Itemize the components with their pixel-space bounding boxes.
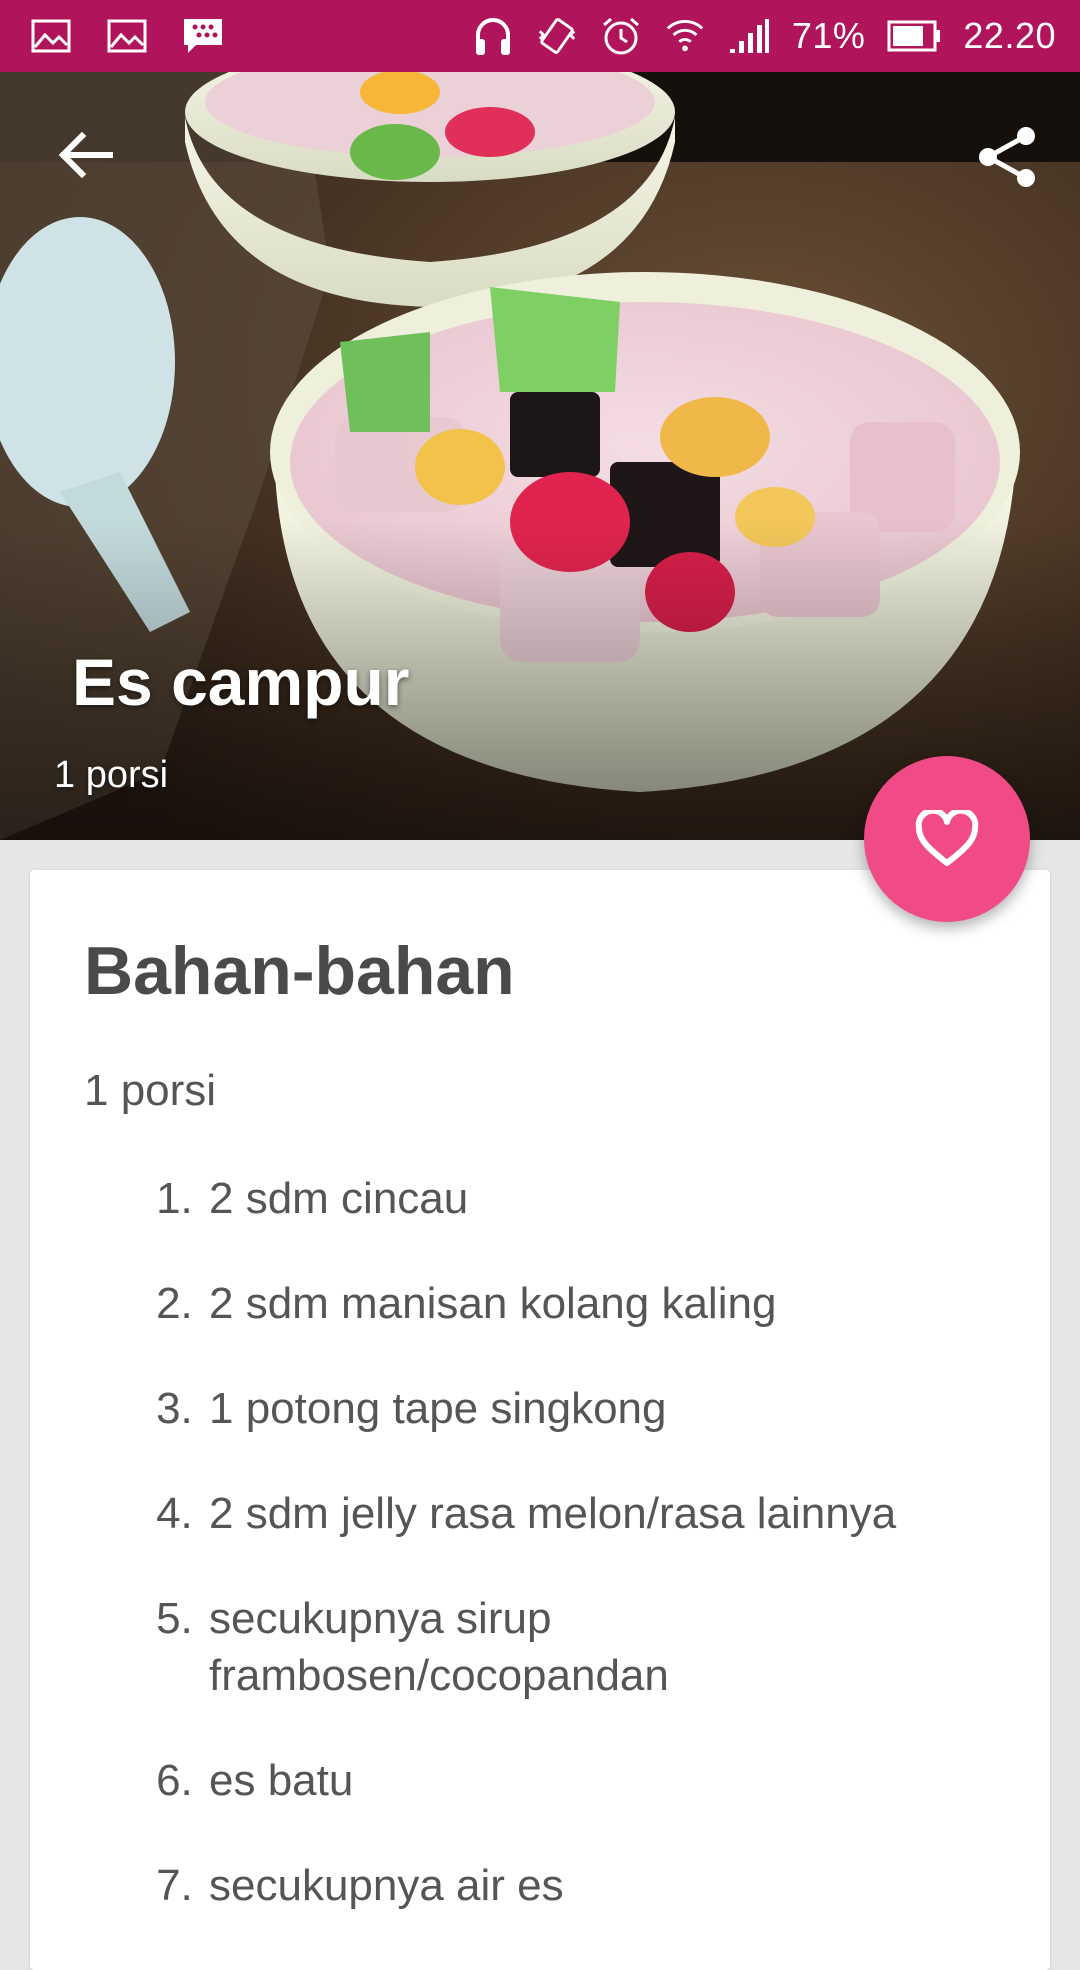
recipe-servings: 1 porsi: [54, 754, 169, 796]
recipe-photo: Es campur 1 porsi: [0, 72, 1080, 840]
favorite-button[interactable]: [864, 756, 1030, 922]
share-icon: [979, 127, 1035, 187]
battery-icon: [887, 15, 941, 57]
battery-percent: 71%: [791, 15, 866, 56]
share-button[interactable]: [974, 124, 1040, 190]
headphones-icon: [472, 15, 514, 57]
ingredient-item: 1 potong tape singkong: [205, 1380, 1010, 1437]
ingredient-item: 2 sdm manisan kolang kaling: [205, 1275, 1010, 1332]
ingredient-item: 2 sdm jelly rasa melon/rasa lainnya: [205, 1485, 1010, 1542]
image-icon: [30, 15, 72, 57]
back-button[interactable]: [52, 122, 118, 188]
heart-icon: [915, 810, 979, 866]
signal-icon: [728, 15, 770, 57]
arrow-left-icon: [58, 131, 113, 179]
vibrate-icon: [536, 15, 578, 57]
bbm-icon: [182, 15, 224, 57]
ingredient-item: secukupnya air es: [205, 1857, 1010, 1914]
ingredient-item: 2 sdm cincau: [205, 1170, 1010, 1227]
ingredient-item: es batu: [205, 1752, 1010, 1809]
recipe-title: Es campur: [72, 645, 410, 719]
ingredients-portion: 1 porsi: [84, 1066, 217, 1115]
alarm-icon: [600, 15, 642, 57]
ingredient-list: 2 sdm cincau 2 sdm manisan kolang kaling…: [30, 1170, 1050, 1962]
status-bar: 71% 22.20: [0, 0, 1080, 72]
clock: 22.20: [963, 15, 1056, 56]
image-icon: [106, 15, 148, 57]
ingredients-card: Bahan-bahan 1 porsi 2 sdm cincau 2 sdm m…: [30, 870, 1050, 1970]
wifi-icon: [664, 15, 706, 57]
ingredients-heading: Bahan-bahan: [84, 933, 515, 1009]
ingredient-item: secukupnya sirup frambosen/cocopandan: [205, 1590, 1010, 1704]
